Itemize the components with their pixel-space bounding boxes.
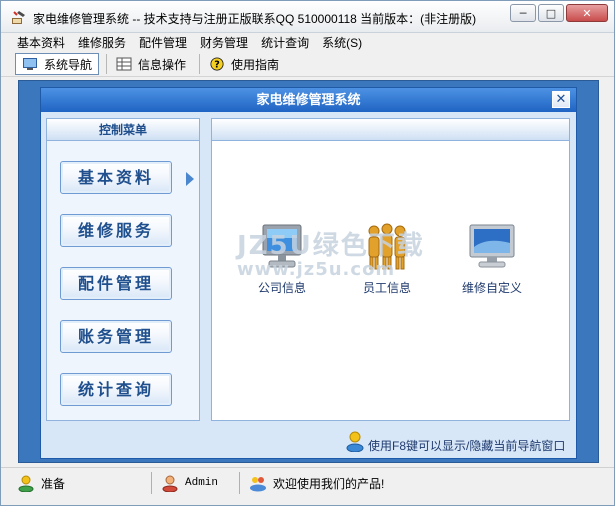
menu-finance[interactable]: 财务管理 xyxy=(200,34,248,52)
user-status-icon xyxy=(18,475,34,492)
status-ready: 准备 xyxy=(17,474,65,492)
close-button[interactable]: ✕ xyxy=(566,4,608,22)
tip-bar: 使用F8键可以显示/隐藏当前导航窗口 xyxy=(46,427,570,455)
status-ready-text: 准备 xyxy=(41,476,66,491)
toolbar: 系统导航 信息操作 ? 使用指南 xyxy=(1,53,614,77)
maximize-button[interactable]: □ xyxy=(538,4,564,22)
status-welcome: 欢迎使用我们的产品! xyxy=(249,474,384,492)
feature-repair-custom[interactable]: 维修自定义 xyxy=(447,221,537,296)
admin-icon xyxy=(162,475,178,492)
control-menu-panel: 控制菜单 基本资料 维修服务 配件管理 账务管理 统计查询 xyxy=(46,118,200,421)
menu-system[interactable]: 系统(S) xyxy=(322,34,362,52)
main-window: 家电维修管理系统 -- 技术支持与注册正版联系QQ 510000118 当前版本… xyxy=(0,0,615,506)
system-nav-button[interactable]: 系统导航 xyxy=(15,53,100,75)
menu-parts[interactable]: 配件管理 xyxy=(139,34,187,52)
dialog-close-button[interactable]: ✕ xyxy=(552,91,570,108)
selected-arrow-icon xyxy=(186,172,194,186)
dialog-title: 家电维修管理系统 xyxy=(41,88,576,112)
nav-button-basic-data[interactable]: 基本资料 xyxy=(60,161,172,194)
menu-repair-service[interactable]: 维修服务 xyxy=(78,34,126,52)
status-welcome-text: 欢迎使用我们的产品! xyxy=(273,476,385,491)
content-panel-header xyxy=(212,119,569,141)
menu-statistics[interactable]: 统计查询 xyxy=(261,34,309,52)
status-user-text: Admin xyxy=(185,477,219,489)
menu-bar: 基本资料 维修服务 配件管理 财务管理 统计查询 系统(S) xyxy=(1,34,614,52)
status-separator xyxy=(239,472,240,494)
nav-button-statistics[interactable]: 统计查询 xyxy=(60,373,172,406)
feature-staff-info-label: 员工信息 xyxy=(362,281,411,295)
title-bar: 家电维修管理系统 -- 技术支持与注册正版联系QQ 510000118 当前版本… xyxy=(1,1,614,33)
monitor-icon xyxy=(23,58,37,70)
user-guide-button[interactable]: ? 使用指南 xyxy=(203,53,285,75)
toolbar-separator xyxy=(106,54,108,74)
info-operation-label: 信息操作 xyxy=(138,57,187,72)
user-guide-label: 使用指南 xyxy=(231,57,280,72)
feature-repair-custom-label: 维修自定义 xyxy=(461,281,522,295)
toolbar-separator xyxy=(199,54,201,74)
welcome-icon xyxy=(250,477,266,492)
svg-text:?: ? xyxy=(214,60,220,71)
control-menu-header: 控制菜单 xyxy=(47,119,199,141)
status-user: Admin xyxy=(161,474,218,492)
help-icon: ? xyxy=(210,57,224,71)
grid-icon xyxy=(116,57,132,71)
nav-button-parts[interactable]: 配件管理 xyxy=(60,267,172,300)
watermark-line-2: www.jz5u.com xyxy=(237,259,396,280)
menu-basic-data[interactable]: 基本资料 xyxy=(17,34,65,52)
info-operation-button[interactable]: 信息操作 xyxy=(110,53,192,75)
system-nav-label: 系统导航 xyxy=(44,57,93,72)
user-tip-icon xyxy=(346,431,364,452)
feature-company-info-label: 公司信息 xyxy=(257,281,306,295)
status-bar: 准备 Admin 欢迎使用我们的产品! xyxy=(1,467,614,505)
app-icon xyxy=(12,11,25,24)
nav-button-repair-service[interactable]: 维修服务 xyxy=(60,214,172,247)
status-separator xyxy=(151,472,152,494)
tip-text: 使用F8键可以显示/隐藏当前导航窗口 xyxy=(368,439,566,453)
screen-icon xyxy=(469,224,515,268)
watermark-line-1: JZ5U绿色下载 xyxy=(237,231,425,261)
minimize-button[interactable]: ─ xyxy=(510,4,536,22)
window-title: 家电维修管理系统 -- 技术支持与注册正版联系QQ 510000118 当前版本… xyxy=(33,12,477,26)
nav-button-accounts[interactable]: 账务管理 xyxy=(60,320,172,353)
